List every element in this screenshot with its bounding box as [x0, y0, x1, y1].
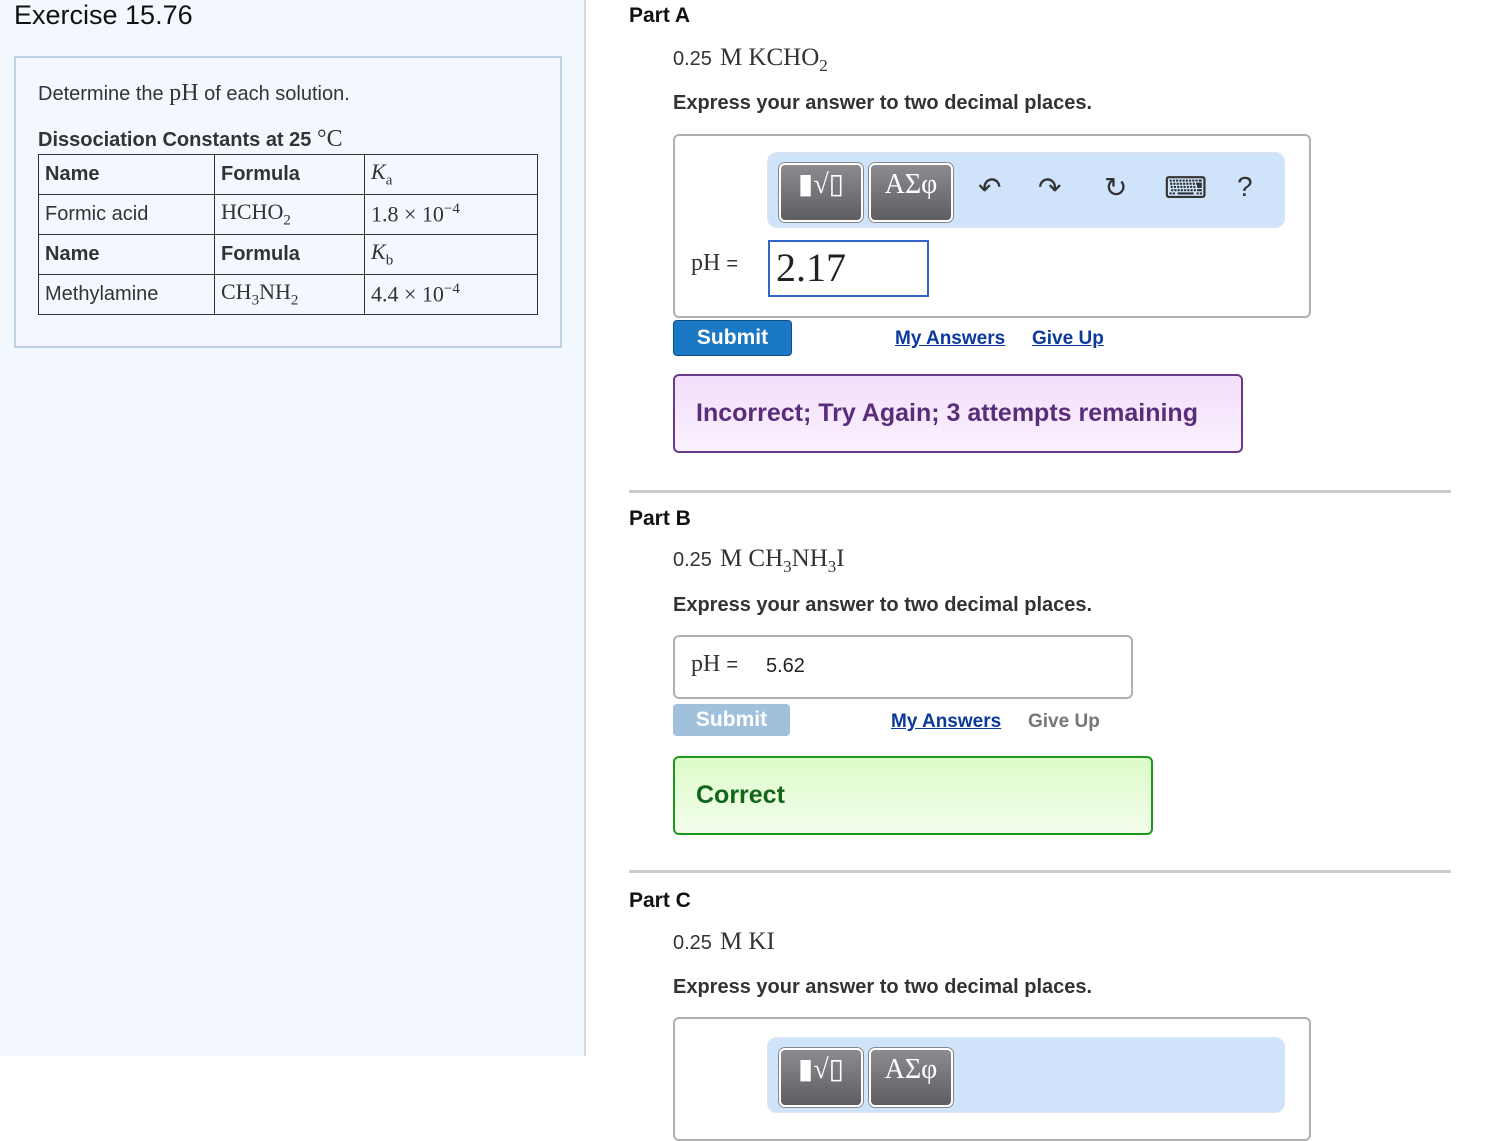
k-symbol: K	[371, 159, 386, 185]
formula-sub: 2	[819, 56, 828, 75]
part-b-instruction: Express your answer to two decimal place…	[673, 594, 1093, 616]
header-formula: Formula	[214, 234, 365, 275]
part-a-solution: 0.25 M KCHO2	[673, 44, 828, 76]
header-formula: Formula	[214, 154, 365, 195]
cell-ka: 1.8 × 10−4	[364, 194, 538, 235]
table-header-row: Name Formula Kb	[38, 234, 538, 275]
equals-sign: =	[726, 654, 739, 676]
table-row: Formic acid HCHO2 1.8 × 10−4	[38, 194, 538, 235]
templates-button[interactable]: ▮√▯	[779, 163, 863, 222]
k-subscript: b	[385, 252, 394, 269]
divider	[629, 490, 1451, 493]
intro-text-end: of each solution.	[204, 83, 350, 105]
table-title-unit: °C	[316, 126, 343, 152]
constants-table: Name Formula Ka Formic acid HCHO2 1.8 × …	[38, 154, 538, 315]
ph-label: pH =	[691, 651, 738, 678]
part-c-answer-box: ▮√▯ ΑΣφ	[673, 1017, 1311, 1141]
formula-text: M CH	[719, 545, 784, 572]
part-a-title: Part A	[629, 4, 691, 27]
part-a-submit-button[interactable]: Submit	[673, 320, 792, 356]
keyboard-icon[interactable]: ⌨	[1164, 171, 1207, 206]
part-b-feedback-correct: Correct	[673, 756, 1153, 835]
greek-symbols-button[interactable]: ΑΣφ	[869, 163, 953, 222]
greek-symbols-button[interactable]: ΑΣφ	[869, 1048, 953, 1107]
formula: M CH3NH3I	[719, 545, 845, 576]
formula-text-b: NH	[259, 279, 291, 305]
part-c-instruction: Express your answer to two decimal place…	[673, 976, 1093, 998]
formula-text: HCHO	[221, 199, 284, 225]
ph-label: pH =	[691, 250, 738, 277]
help-icon[interactable]: ?	[1237, 171, 1253, 203]
intro-text: Determine the	[38, 83, 164, 105]
header-ka: Ka	[364, 154, 538, 195]
templates-button[interactable]: ▮√▯	[779, 1048, 863, 1107]
math-toolbar: ▮√▯ ΑΣφ	[767, 1037, 1285, 1113]
part-c-title: Part C	[629, 889, 691, 912]
cell-name: Methylamine	[38, 274, 215, 315]
part-a-answer-box: ▮√▯ ΑΣφ ↶ ↷ ↻ ⌨ ? pH = 2.17	[673, 134, 1311, 318]
table-title: Dissociation Constants at 25 °C	[38, 126, 343, 153]
cell-formula: CH3NH2	[214, 274, 365, 315]
part-a-give-up-link[interactable]: Give Up	[1032, 328, 1104, 350]
part-b-solution: 0.25 M CH3NH3I	[673, 545, 845, 577]
formula-sub: 3	[251, 292, 260, 309]
header-kb: Kb	[364, 234, 538, 275]
formula-sub-b: 3	[827, 557, 837, 576]
cell-name: Formic acid	[38, 194, 215, 235]
equals-sign: =	[726, 253, 739, 275]
concentration: 0.25	[673, 932, 712, 954]
part-b-answer-box: pH = 5.62	[673, 635, 1133, 699]
problem-intro: Determine the pH of each solution.	[38, 80, 350, 107]
value-text: 4.4 × 10	[371, 281, 444, 307]
concentration: 0.25	[673, 549, 712, 571]
part-b-title: Part B	[629, 507, 691, 530]
part-a-instruction: Express your answer to two decimal place…	[673, 92, 1093, 114]
formula-text: M KCHO	[719, 44, 820, 71]
header-name: Name	[38, 154, 215, 195]
redo-icon[interactable]: ↷	[1038, 171, 1061, 204]
part-a-my-answers-link[interactable]: My Answers	[895, 328, 1005, 350]
divider	[629, 870, 1451, 873]
part-b-ph-answer: 5.62	[766, 655, 805, 677]
formula: M KI	[719, 928, 775, 955]
value-exp: −4	[443, 201, 460, 218]
parts-panel: Part A 0.25 M KCHO2 Express your answer t…	[586, 0, 1488, 1141]
value-exp: −4	[443, 281, 460, 298]
cell-kb: 4.4 × 10−4	[364, 274, 538, 315]
part-b-my-answers-link[interactable]: My Answers	[891, 711, 1001, 733]
part-a-feedback-incorrect: Incorrect; Try Again; 3 attempts remaini…	[673, 374, 1243, 453]
part-a-ph-input[interactable]: 2.17	[768, 240, 929, 297]
part-b-give-up-disabled: Give Up	[1028, 711, 1100, 732]
problem-box: Determine the pH of each solution. Disso…	[14, 56, 562, 348]
cell-formula: HCHO2	[214, 194, 365, 235]
table-title-text: Dissociation Constants at 25	[38, 129, 312, 151]
ph-text: pH	[691, 651, 721, 677]
value-text: 1.8 × 10	[371, 201, 444, 227]
formula-text-c: I	[836, 545, 845, 572]
undo-icon[interactable]: ↶	[978, 171, 1001, 204]
k-subscript: a	[385, 172, 393, 189]
exercise-title: Exercise 15.76	[14, 0, 193, 30]
part-c-solution: 0.25 M KI	[673, 928, 775, 956]
problem-panel: Exercise 15.76 Determine the pH of each …	[0, 0, 586, 1056]
formula-sub-b: 2	[290, 292, 299, 309]
table-row: Methylamine CH3NH2 4.4 × 10−4	[38, 274, 538, 315]
formula: M KCHO2	[719, 44, 828, 75]
table-header-row: Name Formula Ka	[38, 154, 538, 195]
ph-text: pH	[691, 250, 721, 276]
reset-icon[interactable]: ↻	[1104, 171, 1127, 204]
formula-sub: 3	[783, 557, 792, 576]
intro-math: pH	[169, 80, 199, 106]
math-toolbar: ▮√▯ ΑΣφ ↶ ↷ ↻ ⌨ ?	[767, 152, 1285, 228]
formula-text: CH	[221, 279, 252, 305]
part-b-submit-button-disabled: Submit	[673, 704, 790, 736]
header-name: Name	[38, 234, 215, 275]
formula-text-b: NH	[791, 545, 828, 572]
k-symbol: K	[371, 239, 386, 265]
formula-sub: 2	[283, 212, 291, 229]
concentration: 0.25	[673, 48, 712, 70]
